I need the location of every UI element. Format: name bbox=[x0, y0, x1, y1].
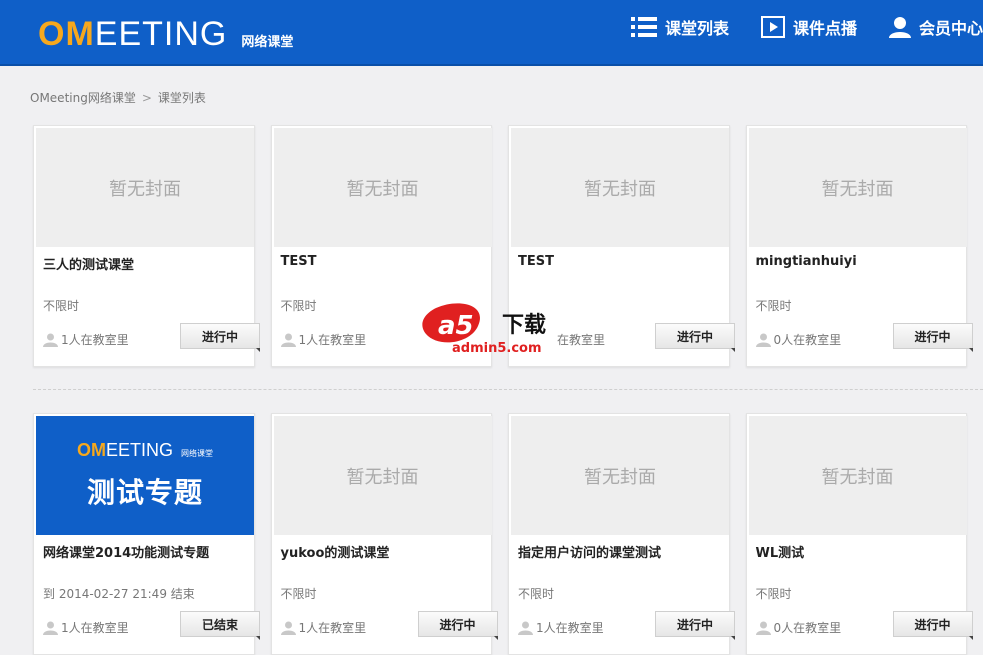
attendance-count: 1人在教室里 bbox=[61, 621, 129, 635]
course-cover-image: OM EETING 网络课堂 测试专题 bbox=[36, 416, 254, 535]
course-attendance: 1人在教室里 bbox=[280, 619, 367, 636]
status-button[interactable]: 进行中 bbox=[655, 611, 735, 640]
main-nav: 课堂列表 课件点播 会员中心 bbox=[599, 14, 983, 40]
course-time: 不限时 bbox=[518, 587, 555, 601]
user-icon bbox=[888, 17, 911, 38]
person-icon bbox=[43, 621, 58, 635]
logo-rest: EETING bbox=[94, 15, 228, 53]
course-cover: 暂无封面 bbox=[36, 128, 254, 247]
course-attendance: 1人在教室里 bbox=[43, 331, 129, 348]
course-time: 不限时 bbox=[755, 587, 792, 601]
person-icon bbox=[518, 621, 533, 635]
course-cover: 暂无封面 bbox=[273, 416, 492, 535]
course-attendance: 0人在教室里 bbox=[755, 331, 842, 348]
nav-course-list-label: 课堂列表 bbox=[664, 19, 729, 38]
nav-courseware[interactable]: 课件点播 bbox=[760, 14, 857, 40]
status-button[interactable]: 进行中 bbox=[892, 611, 973, 640]
course-title: 三人的测试课堂 bbox=[43, 258, 135, 273]
course-cover: 暂无封面 bbox=[511, 416, 729, 535]
course-title: TEST bbox=[280, 254, 317, 269]
course-time: 不限时 bbox=[280, 587, 317, 601]
svg-text:a5: a5 bbox=[438, 311, 474, 341]
breadcrumb-home[interactable]: OMeeting网络课堂 bbox=[30, 89, 136, 106]
attendance-count: 0人在教室里 bbox=[773, 333, 842, 347]
course-attendance: 1人在教室里 bbox=[518, 619, 604, 636]
course-title: TEST bbox=[518, 254, 554, 269]
status-button[interactable]: 已结束 bbox=[180, 611, 260, 640]
omeeting-logo[interactable]: OMEETING 网络课堂 bbox=[38, 12, 293, 52]
status-button[interactable]: 进行中 bbox=[417, 611, 498, 640]
person-icon bbox=[280, 333, 296, 347]
course-cover: 暂无封面 bbox=[748, 128, 967, 247]
course-card[interactable]: 暂无封面 三人的测试课堂 不限时 1人在教室里 进行中 bbox=[33, 125, 260, 367]
attendance-count: 1人在教室里 bbox=[298, 621, 367, 635]
cover-logo-sub: 网络课堂 bbox=[181, 449, 213, 458]
breadcrumb: OMeeting网络课堂 > 课堂列表 bbox=[30, 89, 206, 106]
nav-courseware-label: 课件点播 bbox=[792, 19, 857, 38]
person-icon bbox=[43, 333, 58, 347]
person-icon bbox=[755, 621, 771, 635]
course-card[interactable]: 暂无封面 指定用户访问的课堂测试 不限时 1人在教室里 进行中 bbox=[508, 413, 735, 655]
list-icon bbox=[630, 17, 657, 37]
course-attendance: 0人在教室里 bbox=[755, 619, 842, 636]
course-card[interactable]: 暂无封面 mingtianhuiyi 不限时 0人在教室里 进行中 bbox=[745, 125, 973, 367]
play-icon bbox=[760, 16, 785, 38]
course-cover: 暂无封面 bbox=[748, 416, 967, 535]
top-header: OMEETING 网络课堂 课堂列表 课件点播 会员中心 bbox=[0, 0, 983, 66]
status-button[interactable]: 进行中 bbox=[180, 323, 260, 352]
course-time: 不限时 bbox=[755, 299, 792, 313]
course-attendance: 1人在教室里 bbox=[280, 331, 367, 348]
nav-course-list[interactable]: 课堂列表 bbox=[630, 14, 729, 40]
cover-headline: 测试专题 bbox=[86, 476, 203, 509]
cover-logo-om: OM bbox=[76, 440, 106, 460]
attendance-count: 1人在教室里 bbox=[61, 333, 129, 347]
course-title: mingtianhuiyi bbox=[755, 254, 857, 269]
nav-member-center[interactable]: 会员中心 bbox=[888, 14, 983, 40]
breadcrumb-separator: > bbox=[141, 90, 152, 105]
course-title: WL测试 bbox=[755, 546, 805, 561]
course-title: 指定用户访问的课堂测试 bbox=[518, 546, 662, 561]
course-card[interactable]: 暂无封面 WL测试 不限时 0人在教室里 进行中 bbox=[745, 413, 973, 655]
course-title: yukoo的测试课堂 bbox=[280, 546, 390, 561]
course-title: 网络课堂2014功能测试专题 bbox=[43, 546, 210, 561]
course-cover: 暂无封面 bbox=[511, 128, 729, 247]
status-button[interactable]: 进行中 bbox=[655, 323, 735, 352]
cover-logo-rest: EETING bbox=[105, 440, 173, 460]
logo-om: OM bbox=[38, 15, 95, 53]
attendance-count: 0人在教室里 bbox=[773, 621, 842, 635]
person-icon bbox=[280, 621, 296, 635]
course-attendance: 1人在教室里 bbox=[43, 619, 129, 636]
logo-subtitle: 网络课堂 bbox=[241, 35, 294, 50]
attendance-count: 1人在教室里 bbox=[536, 621, 604, 635]
a5-watermark-logo: a5 下载 admin5.com bbox=[422, 303, 546, 356]
cover-logo: OM EETING 网络课堂 bbox=[77, 440, 213, 461]
nav-member-center-label: 会员中心 bbox=[918, 19, 983, 38]
course-time: 不限时 bbox=[43, 299, 80, 313]
course-card[interactable]: OM EETING 网络课堂 测试专题 网络课堂2014功能测试专题 到 2014-… bbox=[33, 413, 260, 655]
course-row-2: OM EETING 网络课堂 测试专题 网络课堂2014功能测试专题 到 2014-… bbox=[33, 413, 983, 655]
row-divider bbox=[33, 389, 983, 390]
breadcrumb-current: 课堂列表 bbox=[157, 91, 206, 105]
watermark-download: 下载 bbox=[502, 312, 546, 338]
attendance-count: 1人在教室里 bbox=[298, 333, 367, 347]
person-icon bbox=[755, 333, 771, 347]
status-button[interactable]: 进行中 bbox=[892, 323, 973, 352]
course-card[interactable]: 暂无封面 yukoo的测试课堂 不限时 1人在教室里 进行中 bbox=[270, 413, 498, 655]
watermark-site: admin5.com bbox=[452, 341, 542, 356]
course-cover: 暂无封面 bbox=[273, 128, 492, 247]
course-time: 不限时 bbox=[280, 299, 317, 313]
course-time: 到 2014-02-27 21:49 结束 bbox=[43, 587, 195, 601]
